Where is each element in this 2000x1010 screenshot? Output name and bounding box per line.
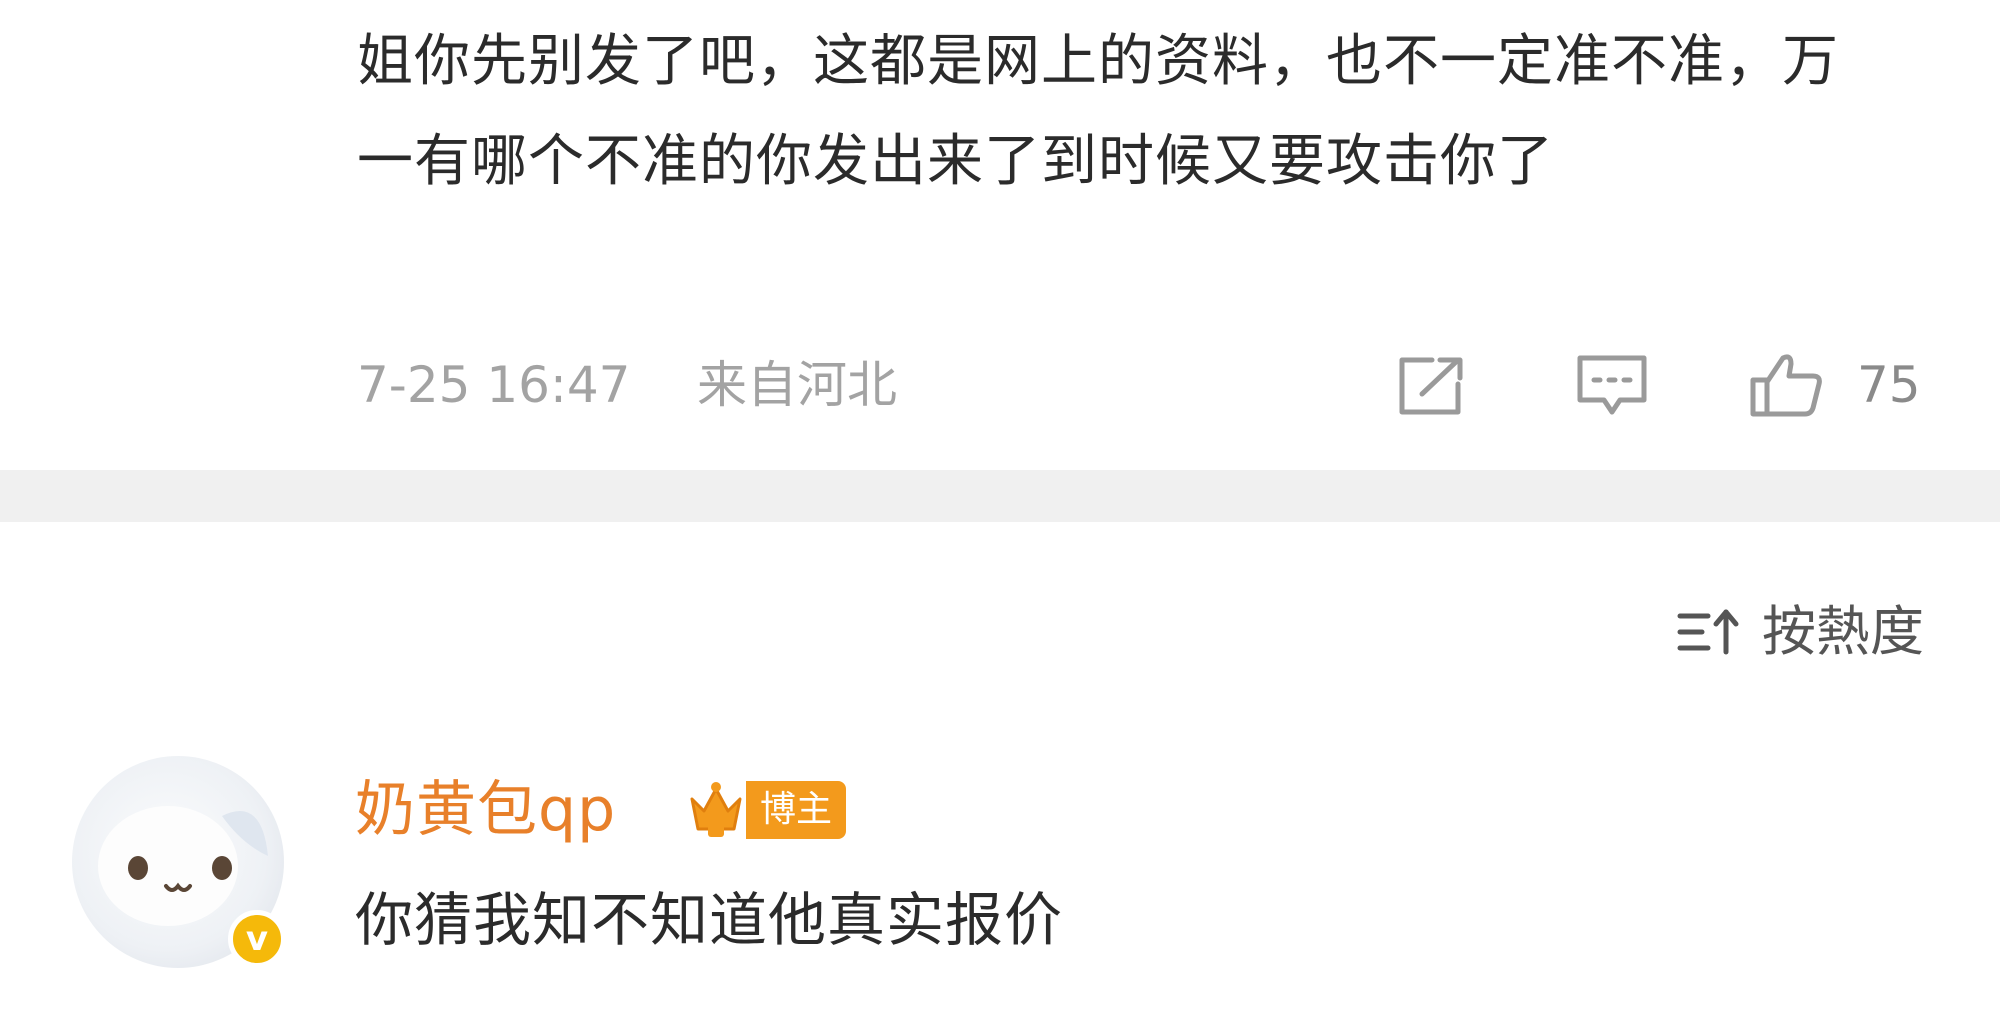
sort-toggle[interactable]: 按熱度 <box>1674 597 1924 667</box>
verified-badge: v <box>228 910 286 968</box>
reply-item: v 奶黄包qp 博主 你猜我知不知道他真实报价 <box>0 740 2000 1010</box>
comment-location: 来自河北 <box>697 356 897 414</box>
like-count: 75 <box>1857 356 1921 414</box>
sort-icon <box>1674 602 1744 662</box>
sort-label: 按熱度 <box>1762 600 1924 663</box>
blogger-label: 博主 <box>746 781 847 839</box>
username[interactable]: 奶黄包qp <box>355 770 616 850</box>
comment-timestamp: 7-25 16:47 <box>357 356 631 414</box>
blogger-badge: 博主 <box>686 770 847 850</box>
share-icon[interactable] <box>1392 350 1472 420</box>
reply-icon[interactable] <box>1572 350 1652 420</box>
crown-icon <box>686 775 746 845</box>
comment-text: 姐你先别发了吧，这都是网上的资料，也不一定准不准，万一有哪个不准的你发出来了到时… <box>357 29 1839 194</box>
reply-text: 你猜我知不知道他真实报价 <box>355 886 1064 954</box>
comment-meta-row: 7-25 16:47 来自河北 75 <box>357 350 1957 420</box>
section-divider <box>0 470 2000 522</box>
like-icon[interactable] <box>1747 350 1827 420</box>
comment-card: 姐你先别发了吧，这都是网上的资料，也不一定准不准，万一有哪个不准的你发出来了到时… <box>0 0 2000 470</box>
